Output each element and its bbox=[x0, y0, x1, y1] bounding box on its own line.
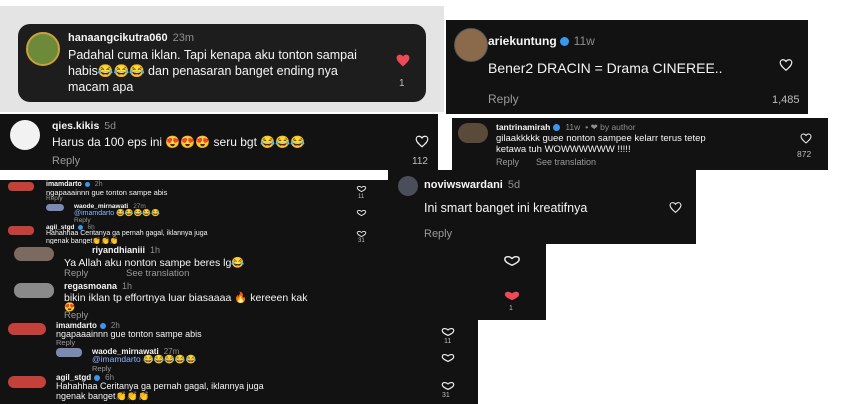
avatar[interactable] bbox=[46, 204, 64, 211]
comment-username[interactable]: qies.kikis 5d bbox=[52, 120, 116, 132]
avatar[interactable] bbox=[8, 182, 34, 191]
like-count: 112 bbox=[412, 156, 428, 167]
like-count: 1 bbox=[509, 305, 513, 312]
comment-text-line-1: Hahahhaa Ceritanya ga pernah gagal, ikla… bbox=[56, 381, 264, 391]
reply-button[interactable]: Reply bbox=[488, 92, 519, 106]
like-count: 1,485 bbox=[772, 94, 800, 106]
comment-text-line-3: macam apa bbox=[68, 80, 134, 94]
verified-badge-icon bbox=[94, 374, 101, 381]
comment-text-line-1: Padahal cuma iklan. Tapi kenapa aku tont… bbox=[68, 48, 357, 62]
comment-time: 23m bbox=[172, 32, 195, 44]
verified-badge-icon bbox=[553, 124, 561, 132]
comment-bubble: hanaangcikutra060 23m Padahal cuma iklan.… bbox=[18, 24, 426, 102]
comment-username[interactable]: riyandhianiii 1h bbox=[92, 245, 160, 255]
heart-outline-icon[interactable] bbox=[440, 382, 456, 390]
comment-card-hanaangcikutra060: hanaangcikutra060 23m Padahal cuma iklan.… bbox=[0, 6, 444, 112]
like-count: 1 bbox=[399, 78, 405, 89]
comment-time: 2h bbox=[94, 181, 103, 188]
avatar[interactable] bbox=[14, 247, 54, 261]
heart-outline-icon[interactable] bbox=[800, 133, 812, 144]
comment-time: 5d bbox=[507, 179, 521, 191]
like-count: 31 bbox=[442, 392, 450, 399]
comment-card-ariekuntung: ariekuntung 11w Bener2 DRACIN = Drama CIN… bbox=[446, 20, 808, 114]
verified-badge-icon bbox=[99, 322, 106, 329]
comment-text: @imamdarto 😂😂😂😂😂 bbox=[74, 210, 160, 217]
heart-outline-icon[interactable] bbox=[440, 354, 456, 362]
verified-badge-icon bbox=[559, 37, 569, 47]
avatar[interactable] bbox=[8, 376, 46, 388]
comment-card-noviwswardani: noviwswardani 5d Ini smart banget ini kre… bbox=[388, 170, 696, 244]
comment-username[interactable]: hanaangcikutra060 23m bbox=[68, 32, 194, 44]
reply-button[interactable]: Reply bbox=[56, 338, 75, 347]
see-translation-button[interactable]: See translation bbox=[536, 157, 596, 167]
comment-text-line-2: habis😂😂😂 dan penasaran banget ending nya bbox=[68, 64, 338, 78]
comment-username[interactable]: imamdarto 2h bbox=[46, 181, 103, 188]
reply-button[interactable]: Reply bbox=[64, 268, 88, 278]
comment-text: Harus da 100 eps ini 😍😍😍 seru bgt 😂😂😂 bbox=[52, 135, 306, 149]
reply-button[interactable]: Reply bbox=[424, 228, 452, 240]
heart-outline-icon[interactable] bbox=[502, 256, 522, 266]
reply-button[interactable]: Reply bbox=[52, 155, 80, 167]
comment-text: Ini smart banget ini kreatifnya bbox=[424, 201, 588, 215]
heart-outline-icon[interactable] bbox=[779, 58, 793, 72]
comment-text-line-1: bikin iklan tp effortnya luar biasaaaa 🔥… bbox=[64, 292, 308, 304]
reply-button[interactable]: Reply bbox=[92, 364, 111, 373]
comment-username[interactable]: noviwswardani 5d bbox=[424, 179, 520, 191]
comment-card-qies-kikis: qies.kikis 5d Harus da 100 eps ini 😍😍😍 se… bbox=[0, 114, 438, 170]
comment-text-line-2: ketawa tuh WOWWWWWW !!!!! bbox=[496, 144, 631, 155]
avatar[interactable] bbox=[56, 348, 82, 357]
comment-time: 11w bbox=[573, 34, 595, 48]
heart-outline-icon[interactable] bbox=[415, 135, 429, 148]
heart-outline-icon[interactable] bbox=[669, 201, 682, 214]
avatar[interactable] bbox=[8, 226, 34, 235]
comment-card-riyandhianiii: riyandhianiii 1h Ya Allah aku nonton samp… bbox=[0, 244, 546, 278]
comment-text-line-1: Hahahhaa Ceritanya ga pernah gagal, ikla… bbox=[46, 230, 208, 237]
avatar[interactable] bbox=[10, 120, 40, 150]
comment-username[interactable]: regasmoana 1h bbox=[64, 281, 132, 291]
heart-outline-icon[interactable] bbox=[440, 328, 456, 336]
heart-filled-icon[interactable] bbox=[396, 54, 410, 67]
comment-text: ngapaaainnn gue tonton sampe abis bbox=[46, 188, 168, 197]
comment-time: 1h bbox=[122, 281, 133, 291]
heart-filled-icon[interactable] bbox=[502, 291, 522, 301]
avatar[interactable] bbox=[458, 123, 488, 143]
see-translation-button[interactable]: See translation bbox=[126, 268, 189, 278]
avatar[interactable] bbox=[398, 176, 418, 196]
reply-button[interactable]: Reply bbox=[46, 195, 63, 202]
comment-card-regasmoana: regasmoana 1h bikin iklan tp effortnya lu… bbox=[0, 278, 546, 320]
reply-thread-card: imamdarto 2h ngapaaainnn gue tonton sampe… bbox=[0, 180, 392, 248]
heart-outline-icon[interactable] bbox=[356, 210, 367, 216]
comment-text: ngapaaainnn gue tonton sampe abis bbox=[56, 329, 202, 339]
reply-button[interactable]: Reply bbox=[64, 310, 88, 320]
comment-username[interactable]: tantrinamirah 11w • ❤ by author bbox=[496, 122, 636, 133]
reply-thread-card: imamdarto 2h ngapaaainnn gue tonton sampe… bbox=[0, 320, 478, 404]
comment-text-line-1: gilaakkkkk guee nonton sampee kelarr ter… bbox=[496, 133, 706, 144]
verified-badge-icon bbox=[84, 181, 90, 187]
reply-button[interactable]: Reply bbox=[74, 217, 91, 224]
like-count: 872 bbox=[797, 149, 812, 159]
comment-time: 11w bbox=[565, 122, 581, 132]
heart-outline-icon[interactable] bbox=[356, 231, 367, 237]
avatar[interactable] bbox=[26, 32, 60, 66]
comment-text-line-2: ngenak banget👏👏👏 bbox=[56, 391, 150, 401]
comment-text: Bener2 DRACIN = Drama CINEREE.. bbox=[488, 60, 723, 76]
liked-by-author: • ❤ by author bbox=[585, 122, 636, 132]
comment-username[interactable]: ariekuntung 11w bbox=[488, 34, 595, 48]
like-count: 11 bbox=[444, 338, 452, 345]
comment-time: 5d bbox=[104, 120, 116, 132]
like-count: 11 bbox=[358, 194, 365, 200]
comment-card-tantrinamirah: tantrinamirah 11w • ❤ by author gilaakkkkk… bbox=[452, 118, 828, 170]
avatar[interactable] bbox=[454, 28, 488, 62]
comment-time: 1h bbox=[150, 245, 161, 255]
heart-outline-icon[interactable] bbox=[356, 186, 367, 192]
reply-button[interactable]: Reply bbox=[496, 157, 519, 167]
avatar[interactable] bbox=[14, 283, 54, 298]
avatar[interactable] bbox=[8, 323, 46, 335]
